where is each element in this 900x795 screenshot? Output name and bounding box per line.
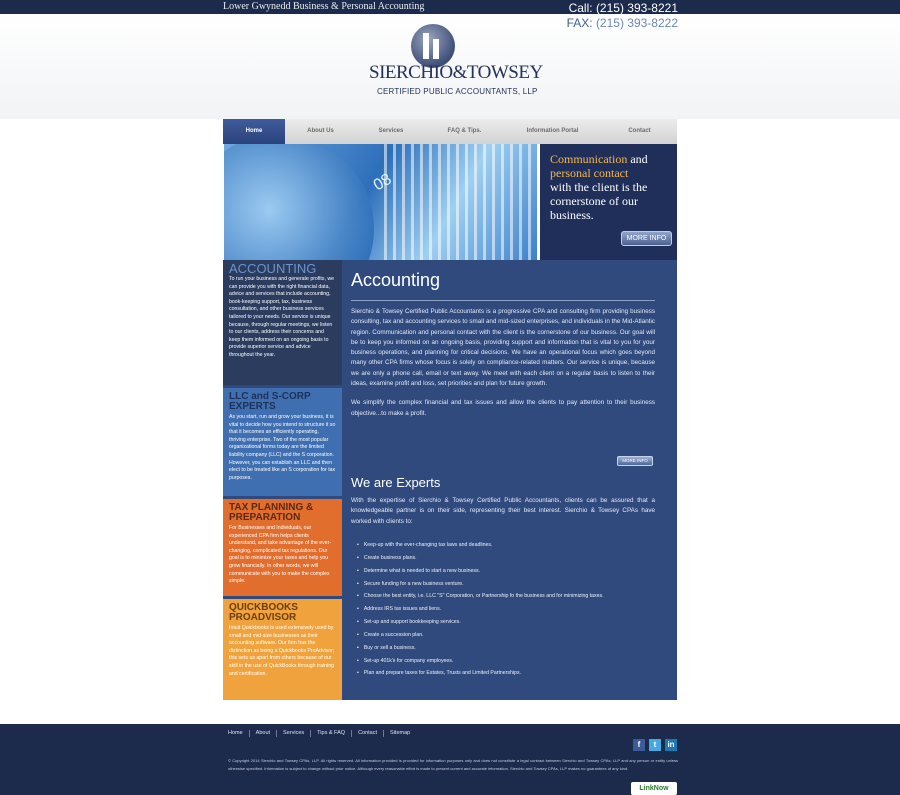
nav-about-us[interactable]: About Us: [285, 119, 356, 144]
hero-banner: 08 Communication and personal contact wi…: [223, 144, 677, 260]
section-heading-experts: We are Experts: [351, 475, 441, 490]
footer-nav: Home About Services Tips & FAQ Contact S…: [228, 730, 416, 737]
footer-link-about[interactable]: About: [250, 730, 278, 737]
footer-link-tips-faq[interactable]: Tips & FAQ: [311, 730, 353, 737]
main-content-area: ACCOUNTING To run your business and gene…: [223, 260, 677, 700]
nav-services[interactable]: Services: [356, 119, 426, 144]
twitter-icon[interactable]: t: [649, 739, 661, 751]
tagline: Lower Gwynedd Business & Personal Accoun…: [223, 1, 425, 12]
list-item: Set-up 401k's for company employees.: [357, 655, 604, 668]
sidebar-llc-text: As you start, run and grow your business…: [229, 414, 336, 481]
footer-link-home[interactable]: Home: [228, 730, 250, 737]
list-item: Set-up and support bookkeeping services.: [357, 616, 604, 629]
second-paragraph: We simplify the complex financial and ta…: [351, 399, 655, 417]
banner-disc: [224, 144, 374, 260]
list-item: Buy or sell a business.: [357, 642, 604, 655]
list-item: Secure funding for a new business ventur…: [357, 578, 604, 591]
nav-information-portal[interactable]: Information Portal: [503, 119, 602, 144]
facebook-icon[interactable]: f: [633, 739, 645, 751]
company-logo[interactable]: SIERCHIO&TOWSEY CERTIFIED PUBLIC ACCOUNT…: [367, 24, 543, 104]
sidebar-quickbooks-title: QUICKBOOKS PROADVISOR: [229, 602, 298, 623]
sidebar-quickbooks-text: Intuit Quickbooks is used extensively us…: [229, 625, 335, 677]
nav-faq-tips[interactable]: FAQ & Tips.: [426, 119, 503, 144]
list-item: Plan and prepare taxes for Estates, Trus…: [357, 667, 604, 680]
experts-list: Keep-up with the ever-changing tax laws …: [357, 539, 604, 680]
banner-highlight-1: Communication: [550, 152, 628, 166]
logo-subtitle: CERTIFIED PUBLIC ACCOUNTANTS, LLP: [377, 87, 538, 96]
linknow-badge[interactable]: LinkNow: [631, 782, 677, 795]
call-number: (215) 393-8221: [595, 1, 678, 15]
sidebar-llc[interactable]: LLC and S-CORP EXPERTS As you start, run…: [223, 388, 342, 496]
sidebar-accounting-text: To run your business and generate profit…: [229, 276, 334, 358]
logo-name: SIERCHIO&TOWSEY: [369, 62, 543, 83]
sidebar: ACCOUNTING To run your business and gene…: [223, 260, 342, 700]
title-divider: [351, 300, 655, 301]
banner-chart-image: 08: [224, 144, 537, 260]
sidebar-accounting-title: ACCOUNTING: [229, 261, 317, 276]
phone-number[interactable]: Call: (215) 393-8221: [569, 1, 678, 15]
list-item: Choose the best entity, i.e. LLC "S" Cor…: [357, 590, 604, 603]
banner-more-info-button[interactable]: MORE INFO: [621, 231, 672, 246]
experts-paragraph: With the expertise of Sierchio & Towsey …: [351, 497, 655, 525]
article: Accounting Sierchio & Towsey Certified P…: [351, 270, 655, 676]
list-item: Create business plans.: [357, 552, 604, 565]
sidebar-tax-title: TAX PLANNING & PREPARATION: [229, 502, 314, 523]
top-bar: Lower Gwynedd Business & Personal Accoun…: [0, 0, 900, 14]
main-nav: Home About Us Services FAQ & Tips. Infor…: [223, 119, 677, 144]
sidebar-tax[interactable]: TAX PLANNING & PREPARATION For Businesse…: [223, 499, 342, 596]
footer: Home About Services Tips & FAQ Contact S…: [0, 724, 900, 795]
nav-home[interactable]: Home: [223, 119, 285, 144]
sidebar-llc-title: LLC and S-CORP EXPERTS: [229, 391, 311, 412]
page-title: Accounting: [351, 270, 441, 290]
more-info-button[interactable]: MORE INFO: [617, 456, 653, 466]
nav-contact[interactable]: Contact: [602, 119, 677, 144]
list-item: Create a succession plan.: [357, 629, 604, 642]
list-item: Keep-up with the ever-changing tax laws …: [357, 539, 604, 552]
banner-bars: [384, 144, 537, 260]
fax-label: FAX:: [566, 16, 593, 30]
footer-link-services[interactable]: Services: [277, 730, 312, 737]
fax-value: (215) 393-8222: [595, 16, 678, 30]
sidebar-accounting[interactable]: ACCOUNTING To run your business and gene…: [223, 260, 342, 385]
call-label: Call:: [568, 1, 593, 15]
sidebar-tax-text: For Businesses and Individuals, our expe…: [229, 525, 332, 585]
banner-message: Communication and personal contact with …: [540, 144, 677, 260]
banner-text-1: and: [627, 152, 648, 166]
social-links: f t in: [633, 739, 677, 751]
copyright-text: © Copyright 2014 Sierchio and Towsey CPA…: [228, 758, 678, 771]
list-item: Address IRS tax issues and liens.: [357, 603, 604, 616]
sidebar-quickbooks[interactable]: QUICKBOOKS PROADVISOR Intuit Quickbooks …: [223, 599, 342, 700]
footer-link-sitemap[interactable]: Sitemap: [384, 730, 416, 737]
banner-text: Communication and personal contact with …: [550, 152, 672, 222]
intro-paragraph: Sierchio & Towsey Certified Public Accou…: [351, 308, 655, 388]
fax-number: FAX: (215) 393-8222: [567, 16, 678, 30]
linkedin-icon[interactable]: in: [665, 739, 677, 751]
footer-link-contact[interactable]: Contact: [352, 730, 385, 737]
banner-highlight-2: personal contact: [550, 166, 629, 180]
banner-text-3: with the client is the cornerstone of ou…: [550, 180, 648, 222]
list-item: Determine what is needed to start a new …: [357, 565, 604, 578]
